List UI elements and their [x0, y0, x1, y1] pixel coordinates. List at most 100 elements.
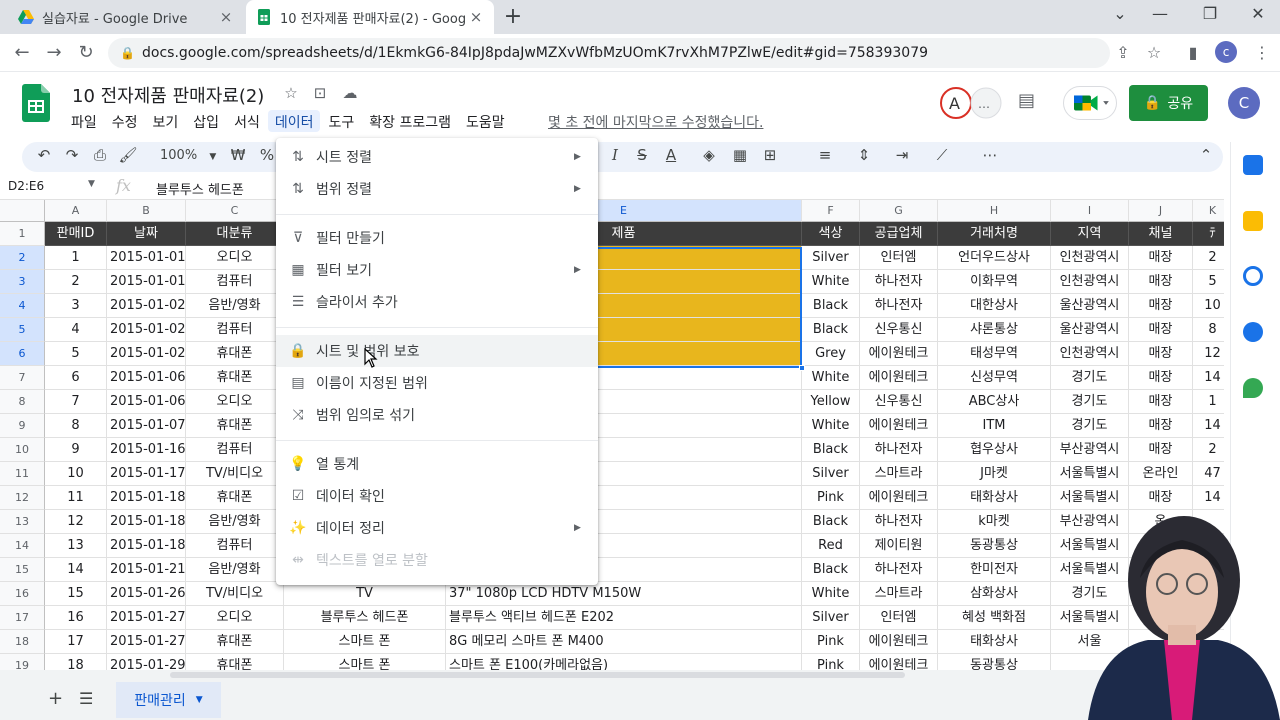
table-cell[interactable]: 동광통상 [938, 654, 1051, 670]
table-cell[interactable]: 47 [1193, 462, 1224, 486]
column-header-h[interactable]: H [938, 200, 1051, 222]
table-cell[interactable]: 블루투스 액티브 헤드폰 E202 [446, 606, 802, 630]
table-cell[interactable]: 스마트 폰 E100(카메라없음) [446, 654, 802, 670]
menu-item-sort-range[interactable]: ⇅ 범위 정렬 ▶ [276, 173, 598, 205]
table-cell[interactable]: TV/비디오 [186, 462, 284, 486]
table-cell[interactable]: 음반/영화 [186, 510, 284, 534]
table-cell[interactable]: 대한상사 [938, 294, 1051, 318]
table-cell[interactable]: 오디오 [186, 390, 284, 414]
table-cell[interactable]: 매장 [1129, 414, 1193, 438]
table-cell[interactable]: 3 [45, 294, 107, 318]
row-header[interactable]: 4 [0, 294, 45, 318]
row-header[interactable]: 19 [0, 654, 45, 670]
table-cell[interactable]: 경기도 [1051, 414, 1129, 438]
table-cell[interactable]: 2015-01-18 [107, 486, 186, 510]
table-cell[interactable]: 2015-01-29 [107, 654, 186, 670]
table-cell[interactable]: 휴대폰 [186, 630, 284, 654]
table-cell[interactable]: 인터엠 [860, 246, 938, 270]
currency-format-button[interactable]: ₩ [226, 146, 250, 164]
table-cell[interactable]: White [802, 366, 860, 390]
table-cell[interactable]: 울산광역시 [1051, 294, 1129, 318]
table-cell[interactable]: 2015-01-18 [107, 510, 186, 534]
table-cell[interactable]: 부산광역시 [1051, 438, 1129, 462]
table-cell[interactable]: 경기도 [1051, 366, 1129, 390]
table-cell[interactable]: 온라인 [1129, 462, 1193, 486]
menu-item-filter[interactable]: ⊽ 필터 만들기 [276, 222, 598, 254]
table-cell[interactable]: 컴퓨터 [186, 270, 284, 294]
table-cell[interactable]: 1 [1193, 390, 1224, 414]
row-header[interactable]: 14 [0, 534, 45, 558]
table-cell[interactable]: 15 [45, 582, 107, 606]
table-cell[interactable]: 2015-01-16 [107, 438, 186, 462]
borders-icon[interactable]: ▦ [728, 146, 752, 164]
table-cell[interactable]: Black [802, 558, 860, 582]
last-edit-link[interactable]: 몇 초 전에 마지막으로 수정했습니다. [548, 112, 763, 132]
table-cell[interactable]: 스마트 폰 [284, 630, 446, 654]
table-cell[interactable]: 하나전자 [860, 294, 938, 318]
table-cell[interactable]: 에이원테크 [860, 654, 938, 670]
column-header-c[interactable]: C [186, 200, 284, 222]
table-cell[interactable]: 8G 메모리 스마트 폰 M400 [446, 630, 802, 654]
table-cell[interactable]: 8 [45, 414, 107, 438]
table-cell[interactable]: 블루투스 헤드폰 [284, 606, 446, 630]
row-header[interactable]: 2 [0, 246, 45, 270]
all-sheets-icon[interactable]: ☰ [79, 689, 93, 708]
table-cell[interactable]: Pink [802, 486, 860, 510]
table-cell[interactable]: 2015-01-06 [107, 390, 186, 414]
menu-view[interactable]: 보기 [146, 110, 186, 132]
column-header-j[interactable]: J [1129, 200, 1193, 222]
table-cell[interactable]: 14 [1193, 366, 1224, 390]
header-cell[interactable]: 색상 [802, 222, 860, 246]
close-icon[interactable]: × [468, 8, 484, 26]
name-box[interactable]: D2:E6 [8, 179, 44, 193]
menu-insert[interactable]: 삽입 [186, 110, 226, 132]
table-cell[interactable]: 7 [45, 390, 107, 414]
table-cell[interactable]: 경기도 [1051, 390, 1129, 414]
table-cell[interactable]: Black [802, 294, 860, 318]
table-cell[interactable]: 2015-01-01 [107, 246, 186, 270]
table-cell[interactable]: 휴대폰 [186, 414, 284, 438]
table-cell[interactable]: White [802, 414, 860, 438]
table-cell[interactable]: 서울특별시 [1051, 462, 1129, 486]
sheet-tab[interactable]: 판매관리 ▼ [116, 682, 221, 718]
merge-cells-icon[interactable]: ⊞ [758, 146, 782, 164]
table-cell[interactable]: 2015-01-18 [107, 534, 186, 558]
table-cell[interactable]: 37" 1080p LCD HDTV M150W [446, 582, 802, 606]
table-cell[interactable]: 하나전자 [860, 270, 938, 294]
print-icon[interactable]: ⎙ [88, 146, 112, 164]
forward-icon[interactable]: → [42, 42, 66, 63]
table-cell[interactable]: 에이원테크 [860, 342, 938, 366]
header-cell[interactable]: ﾃ [1193, 222, 1224, 246]
table-cell[interactable]: Silver [802, 246, 860, 270]
menu-edit[interactable]: 수정 [105, 110, 145, 132]
table-cell[interactable]: 스마트라 [860, 462, 938, 486]
table-cell[interactable]: 18 [45, 654, 107, 670]
omnibox[interactable]: 🔒 docs.google.com/spreadsheets/d/1EkmkG6… [108, 38, 1110, 68]
table-cell[interactable]: 신우통신 [860, 390, 938, 414]
restore-icon[interactable]: ❐ [1195, 4, 1225, 23]
star-icon[interactable]: ☆ [1143, 43, 1165, 62]
table-cell[interactable]: 4 [45, 318, 107, 342]
table-cell[interactable]: White [802, 582, 860, 606]
meet-icon[interactable] [1063, 86, 1117, 120]
kebab-menu-icon[interactable]: ⋮ [1251, 43, 1273, 62]
header-cell[interactable]: 채널 [1129, 222, 1193, 246]
row-header[interactable]: 9 [0, 414, 45, 438]
menu-item-filter-view[interactable]: ▦ 필터 보기 ▶ [276, 254, 598, 286]
table-cell[interactable]: 에이원테크 [860, 414, 938, 438]
row-header[interactable]: 15 [0, 558, 45, 582]
formula-input[interactable]: 블루투스 헤드폰 [156, 179, 244, 198]
keep-icon[interactable] [1243, 211, 1263, 231]
cloud-saved-icon[interactable]: ☁ [340, 84, 360, 102]
tasks-icon[interactable] [1243, 266, 1263, 286]
table-cell[interactable]: 한미전자 [938, 558, 1051, 582]
menu-extensions[interactable]: 확장 프로그램 [362, 110, 458, 132]
table-cell[interactable]: 협우상사 [938, 438, 1051, 462]
table-cell[interactable]: 삼화상사 [938, 582, 1051, 606]
align-vertical-icon[interactable]: ⇕ [852, 146, 876, 164]
table-cell[interactable]: 8 [1193, 318, 1224, 342]
table-cell[interactable]: 2015-01-27 [107, 606, 186, 630]
table-cell[interactable]: 매장 [1129, 390, 1193, 414]
new-tab-icon[interactable]: + [500, 4, 526, 29]
row-header[interactable]: 16 [0, 582, 45, 606]
